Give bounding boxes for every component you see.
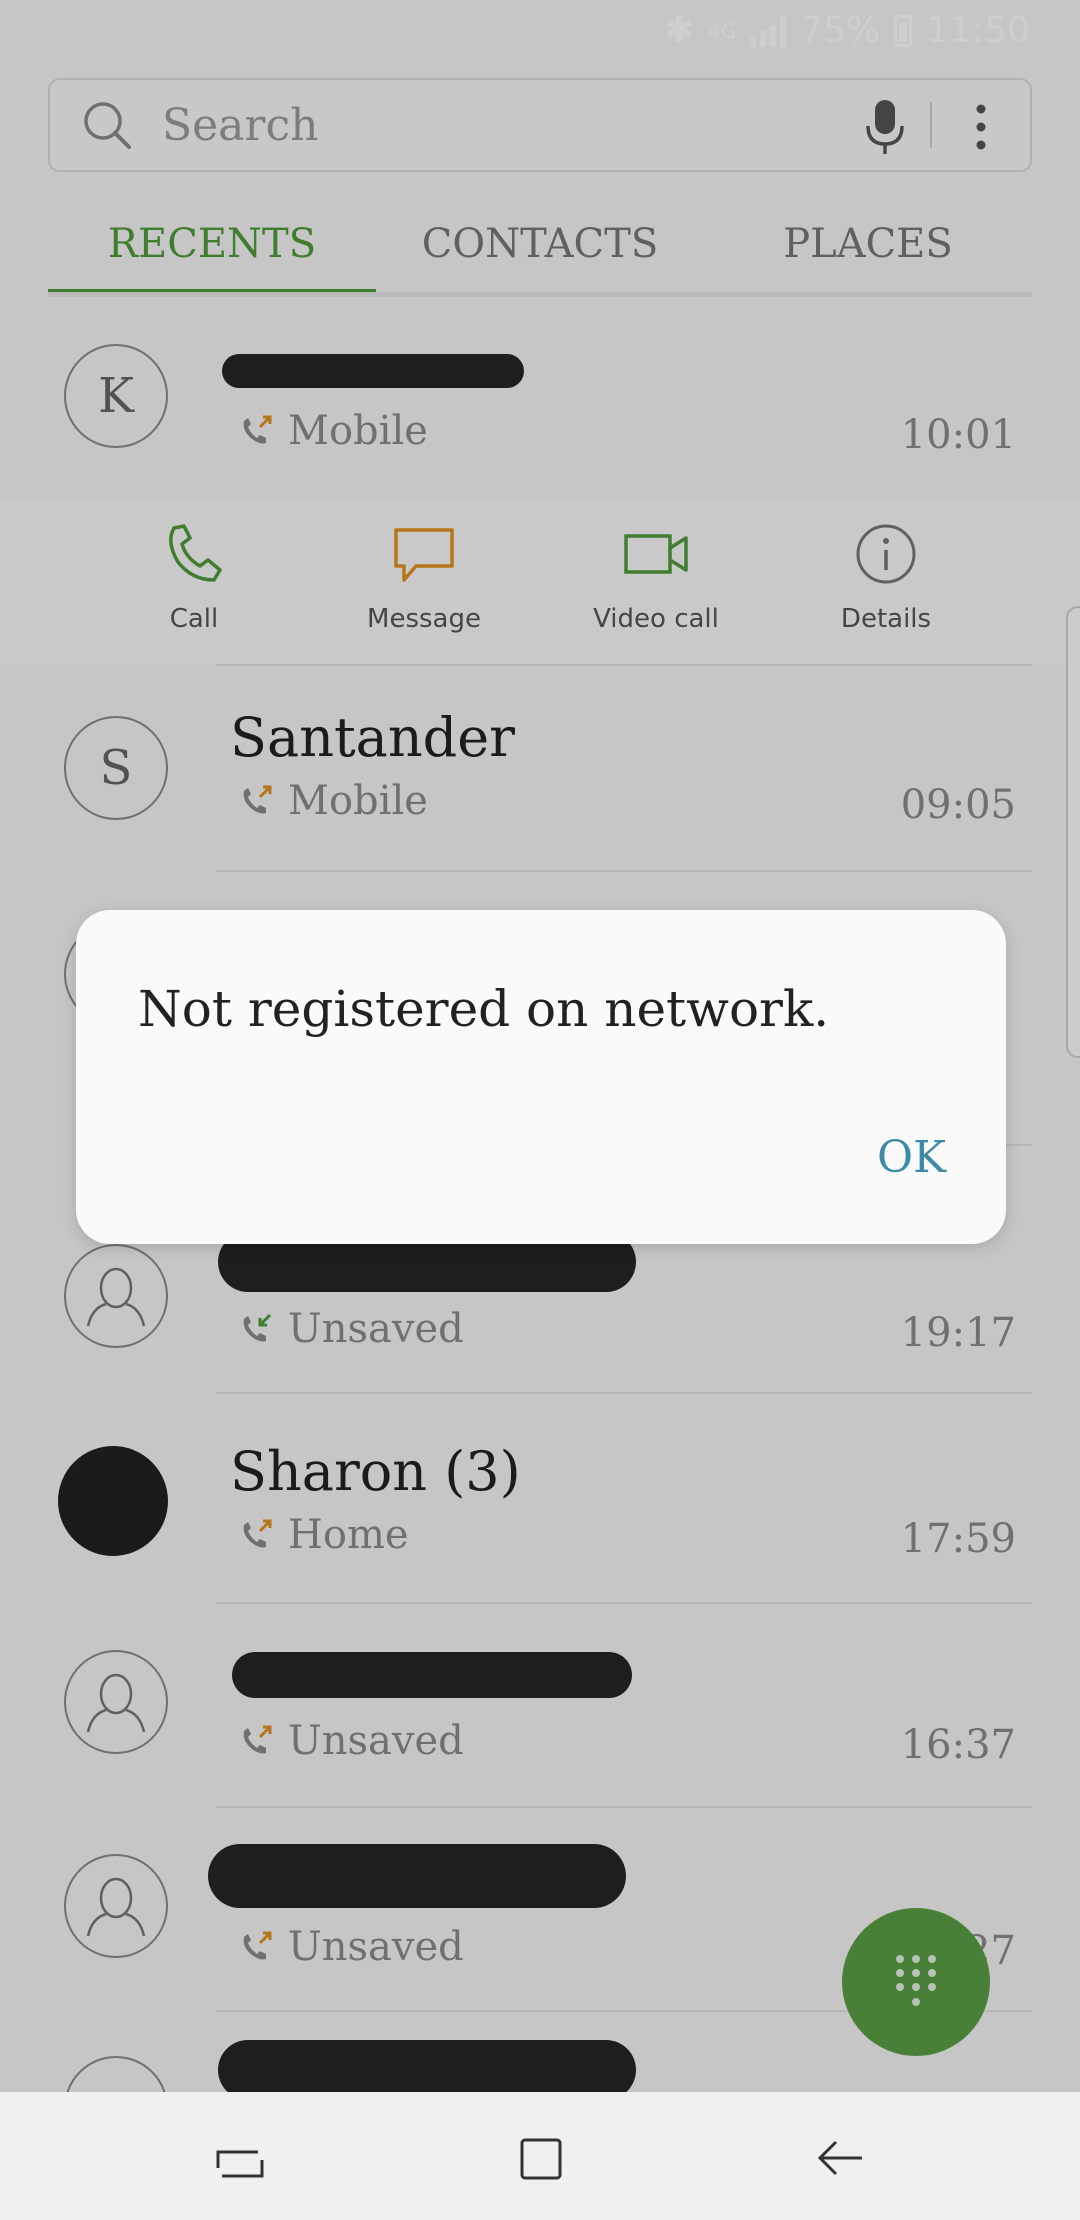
back-icon[interactable] bbox=[810, 2128, 870, 2188]
phone-app-screen: ✱ 4G 75% 11:50 RECENTS CONTACTS PLACES bbox=[0, 0, 1080, 2220]
dialog-message: Not registered on network. bbox=[138, 980, 830, 1038]
navigation-bar bbox=[0, 2092, 1080, 2220]
alert-dialog: Not registered on network. OK bbox=[76, 910, 1006, 1244]
ok-button[interactable]: OK bbox=[877, 1132, 946, 1183]
recent-apps-icon[interactable] bbox=[210, 2128, 270, 2188]
home-icon[interactable] bbox=[510, 2128, 570, 2188]
